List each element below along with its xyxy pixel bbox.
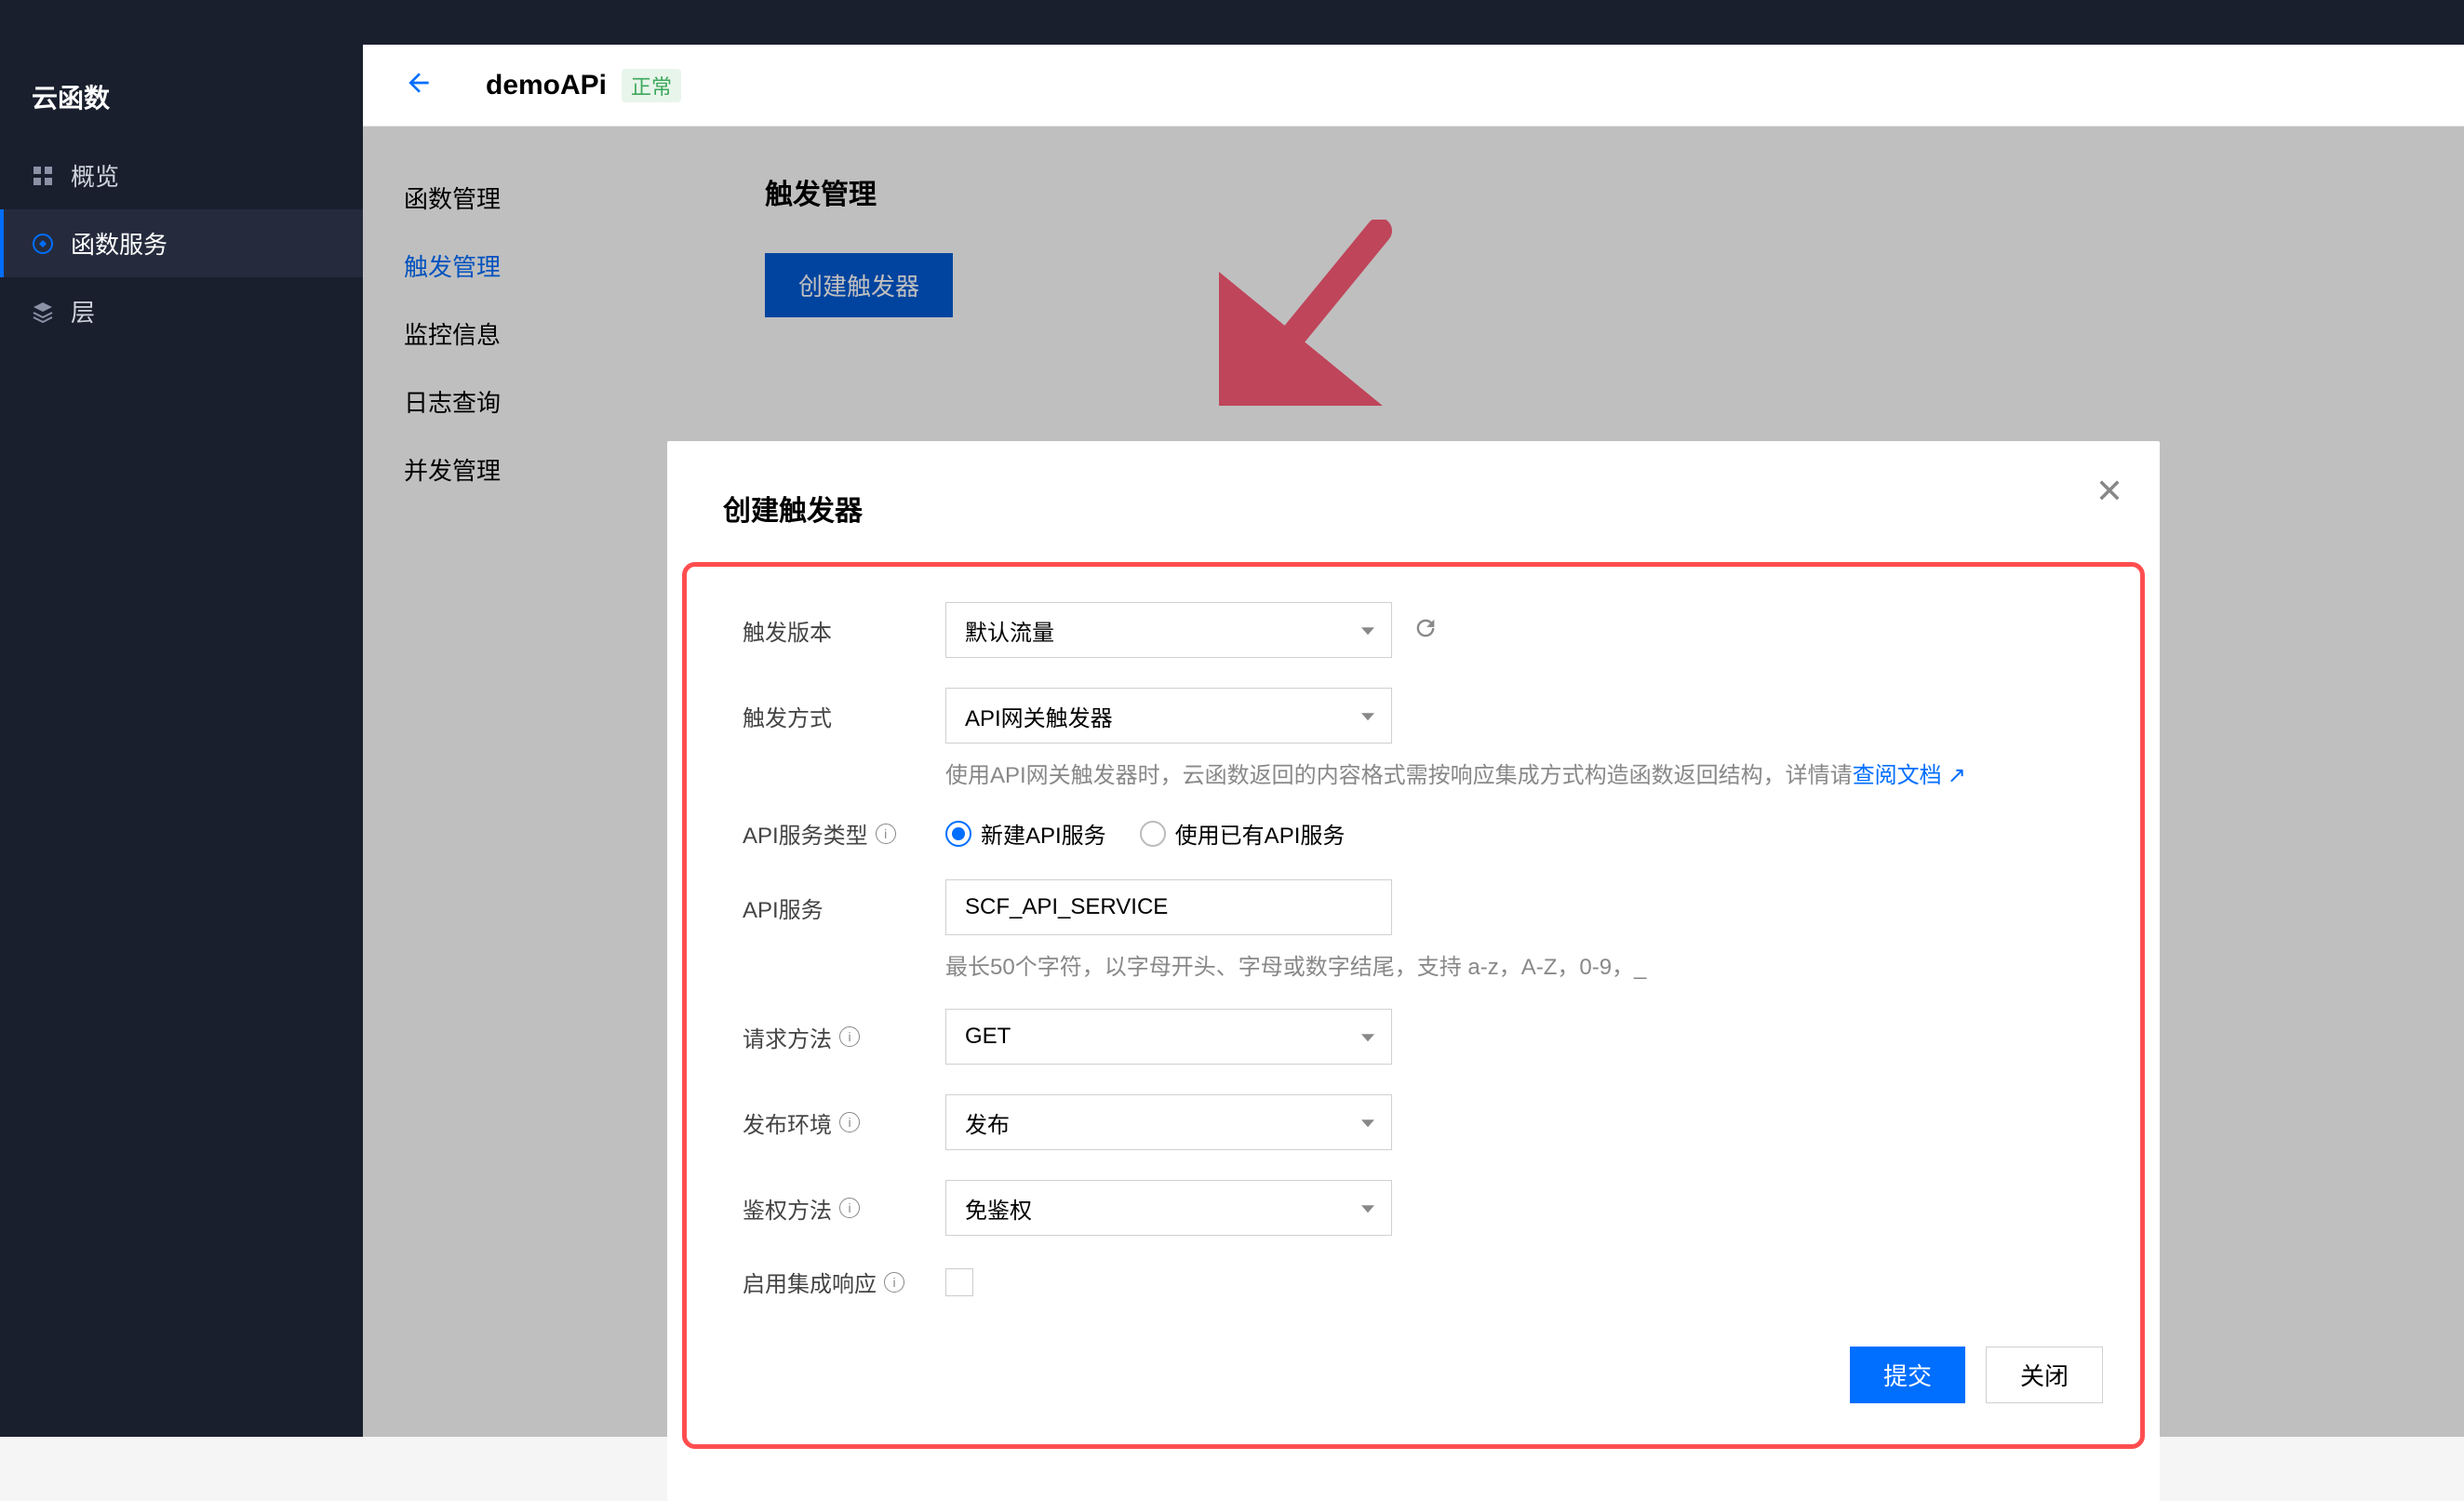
sidebar-item-overview[interactable]: 概览 [0,141,363,209]
info-icon[interactable]: i [876,824,896,844]
info-icon[interactable]: i [884,1272,904,1293]
app-name: demoAPi [486,70,607,101]
sidebar: 云函数 概览 函数服务 层 [0,45,363,1437]
content-body: 函数管理 触发管理 监控信息 日志查询 并发管理 触发管理 创建触发器 创建触发… [363,127,2464,1437]
external-link-icon: ↗ [1948,762,1966,789]
label-version: 触发版本 [743,614,945,647]
submit-button[interactable]: 提交 [1850,1347,1965,1403]
label-auth: 鉴权方法i [743,1192,945,1225]
select-method[interactable]: API网关触发器 [945,688,1392,744]
modal-footer: 提交 关闭 [743,1347,2103,1403]
hint-method: 使用API网关触发器时，云函数返回的内容格式需按响应集成方式构造函数返回结构，详… [743,757,2103,789]
dashboard-icon [32,165,54,187]
label-integrated: 启用集成响应i [743,1266,945,1298]
select-request[interactable]: GET [945,1009,1392,1065]
create-trigger-modal: 创建触发器 ✕ 触发版本 默认流量 [667,441,2160,1501]
radio-group-service-type: 新建API服务 使用已有API服务 [945,817,1345,850]
radio-new-service[interactable]: 新建API服务 [945,817,1106,850]
label-env: 发布环境i [743,1106,945,1139]
sidebar-title: 云函数 [0,67,363,141]
modal-overlay: 创建触发器 ✕ 触发版本 默认流量 [363,127,2464,1437]
form-row-integrated: 启用集成响应i [743,1266,2103,1298]
form-row-service-type: API服务类型i 新建API服务 使用已有API服务 [743,817,2103,850]
status-badge: 正常 [622,69,681,102]
label-service-type: API服务类型i [743,817,945,850]
radio-unselected-icon [1140,821,1166,847]
form-row-auth: 鉴权方法i 免鉴权 [743,1180,2103,1236]
label-request: 请求方法i [743,1021,945,1053]
main-area: 云函数 概览 函数服务 层 demoAPi 正常 [0,45,2464,1437]
info-icon[interactable]: i [839,1198,860,1218]
input-service[interactable] [945,879,1392,935]
select-auth[interactable]: 免鉴权 [945,1180,1392,1236]
modal-title: 创建触发器 [723,488,2104,529]
function-icon [32,233,54,255]
close-icon[interactable]: ✕ [2093,475,2126,508]
hint-service: 最长50个字符，以字母开头、字母或数字结尾，支持 a-z，A-Z，0-9，_ [743,948,2103,981]
form-row-method: 触发方式 API网关触发器 [743,688,2103,744]
form-row-env: 发布环境i 发布 [743,1094,2103,1150]
doc-link[interactable]: 查阅文档 [1853,763,1942,788]
select-version[interactable]: 默认流量 [945,602,1392,658]
topbar [0,0,2464,45]
sidebar-item-label: 层 [71,294,95,328]
sidebar-item-label: 函数服务 [71,226,167,261]
checkbox-integrated[interactable] [945,1268,973,1296]
layers-icon [32,301,54,323]
info-icon[interactable]: i [839,1112,860,1132]
form-row-version: 触发版本 默认流量 [743,602,2103,658]
form-row-request: 请求方法i GET [743,1009,2103,1065]
form-row-service: API服务 [743,879,2103,935]
form-highlight-box: 触发版本 默认流量 触发方式 API网关触发器 [682,562,2145,1449]
refresh-icon[interactable] [1413,615,1439,646]
select-env[interactable]: 发布 [945,1094,1392,1150]
label-method: 触发方式 [743,700,945,732]
label-service: API服务 [743,891,945,924]
content-header: demoAPi 正常 [363,45,2464,127]
back-button[interactable] [404,68,434,102]
sidebar-item-functions[interactable]: 函数服务 [0,209,363,277]
content: demoAPi 正常 函数管理 触发管理 监控信息 日志查询 并发管理 触发管理… [363,45,2464,1437]
sidebar-item-label: 概览 [71,158,119,193]
radio-selected-icon [945,821,971,847]
info-icon[interactable]: i [839,1026,860,1047]
sidebar-item-layers[interactable]: 层 [0,277,363,345]
close-button[interactable]: 关闭 [1986,1347,2103,1403]
radio-existing-service[interactable]: 使用已有API服务 [1140,817,1346,850]
